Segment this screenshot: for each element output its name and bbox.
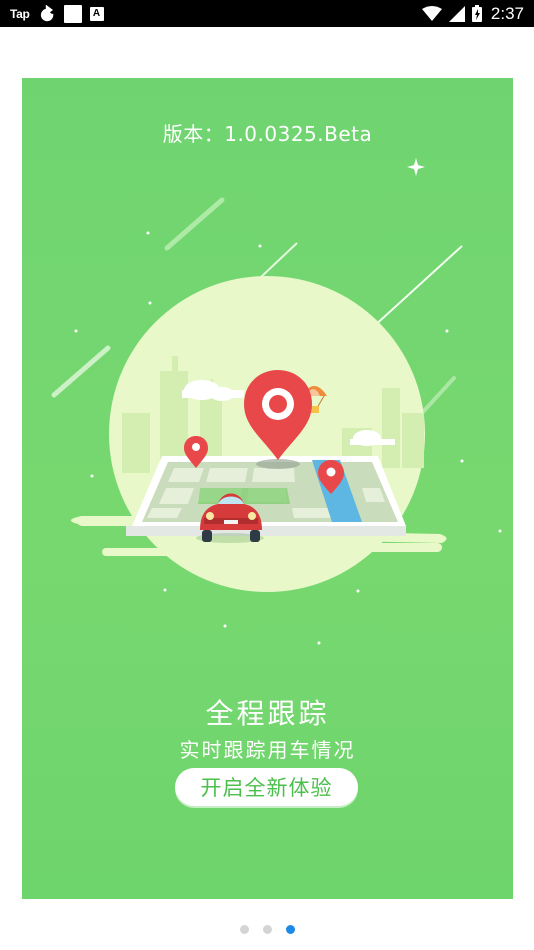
page-dot[interactable] (262, 925, 272, 934)
page-dot[interactable] (239, 925, 249, 934)
notification-square-icon (63, 4, 82, 23)
feature-subheadline: 实时跟踪用车情况 (179, 738, 356, 762)
sync-icon (40, 4, 53, 21)
feature-headline: 全程跟踪 (205, 697, 330, 730)
page-indicator (0, 925, 534, 937)
a-notification-icon: A (89, 6, 104, 21)
start-experience-button[interactable]: 开启全新体验 (175, 768, 358, 806)
wifi-icon (421, 5, 442, 21)
signal-icon (448, 5, 465, 22)
page-dot-active[interactable] (285, 925, 295, 934)
clock: 2:37 (490, 3, 524, 23)
status-bar: Tap A 2:37 (0, 0, 534, 27)
battery-icon (471, 5, 482, 22)
tap-app-icon: Tap (10, 6, 30, 21)
tracking-illustration (51, 158, 502, 645)
splash-card[interactable]: 版本：1.0.0325.Beta 全程跟踪 实时跟踪用车情况 开启全新体验 (22, 78, 513, 899)
